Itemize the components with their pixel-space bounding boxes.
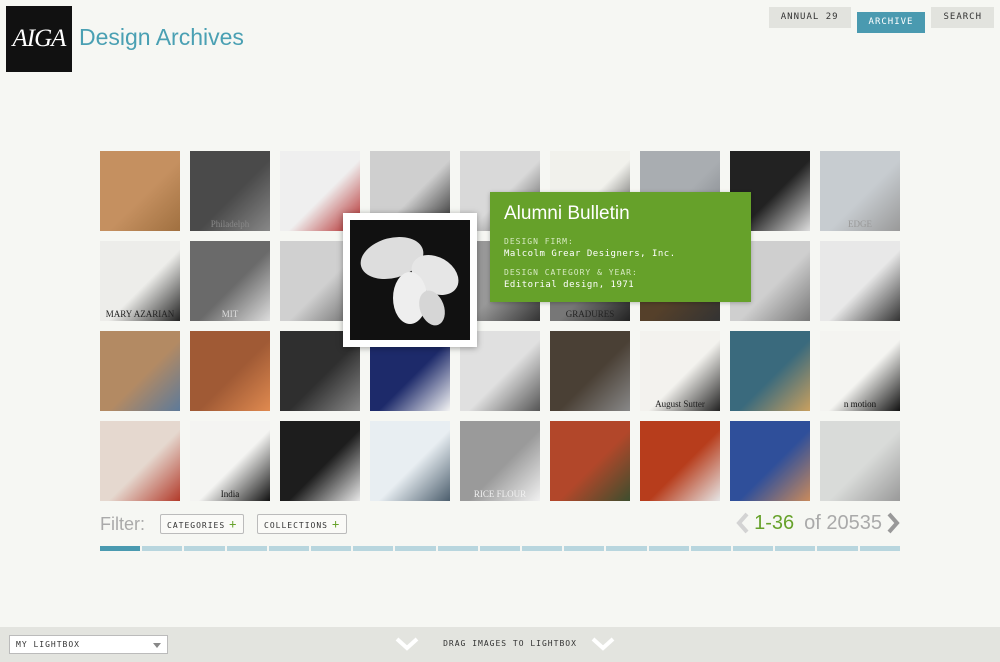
archive-thumbnail[interactable]: Philadelph: [190, 151, 270, 231]
page-progress-bar[interactable]: [100, 546, 900, 551]
item-title: Alumni Bulletin: [504, 203, 630, 224]
filter-label: Filter:: [100, 514, 145, 534]
archive-thumbnail[interactable]: [550, 421, 630, 501]
archive-thumbnail[interactable]: MIT: [190, 241, 270, 321]
thumbnail-caption: MARY AZARIAN: [105, 309, 175, 319]
page-segment[interactable]: [479, 546, 521, 551]
archive-thumbnail[interactable]: EDGE: [820, 151, 900, 231]
thumbnail-caption: GRADURES: [565, 309, 615, 319]
page-range: 1-36: [754, 511, 795, 534]
design-category-value: Editorial design, 1971: [504, 280, 635, 290]
archive-thumbnail[interactable]: [100, 421, 180, 501]
top-nav: ANNUAL 29 ARCHIVE SEARCH: [768, 7, 994, 33]
thumbnail-caption: MIT: [221, 309, 239, 319]
site-title[interactable]: Design Archives: [79, 24, 244, 51]
page-segment[interactable]: [733, 546, 774, 551]
collections-filter-button[interactable]: COLLECTIONS +: [257, 514, 348, 534]
lightbox-bar: MY LIGHTBOX DRAG IMAGES TO LIGHTBOX: [0, 627, 1000, 662]
archive-thumbnail[interactable]: [280, 421, 360, 501]
lightbox-select[interactable]: MY LIGHTBOX: [9, 635, 168, 654]
page-segment[interactable]: [268, 546, 310, 551]
page-segment[interactable]: [522, 546, 563, 551]
page-segment[interactable]: [353, 546, 394, 551]
categories-filter-label: CATEGORIES: [167, 521, 226, 530]
archive-thumbnail[interactable]: [730, 331, 810, 411]
page-segment[interactable]: [226, 546, 267, 551]
archive-thumbnail[interactable]: [100, 331, 180, 411]
thumbnail-caption: Philadelph: [210, 219, 250, 229]
page-segment[interactable]: [775, 546, 816, 551]
page-segment[interactable]: [564, 546, 605, 551]
design-category-label: DESIGN CATEGORY & YEAR:: [504, 268, 638, 277]
page-segment[interactable]: [648, 546, 689, 551]
chevron-down-icon: [153, 643, 161, 648]
archive-thumbnail[interactable]: RICE FLOUR: [460, 421, 540, 501]
design-firm-label: DESIGN FIRM:: [504, 237, 574, 246]
thumbnail-caption: RICE FLOUR: [473, 489, 527, 499]
chevron-down-icon: [591, 637, 615, 651]
plus-icon: +: [331, 517, 341, 531]
archive-thumbnail[interactable]: [730, 421, 810, 501]
pagination: 1-36 of 20535: [736, 510, 900, 536]
plus-icon: +: [229, 517, 238, 531]
archive-thumbnail[interactable]: India: [190, 421, 270, 501]
page-segment[interactable]: [184, 546, 225, 551]
previous-page-icon[interactable]: [736, 512, 750, 534]
thumbnail-caption: August Sutter: [655, 399, 705, 409]
thumbnail-caption: n motion: [843, 399, 877, 409]
archive-thumbnail[interactable]: [820, 241, 900, 321]
archive-thumbnail[interactable]: August Sutter: [640, 331, 720, 411]
archive-thumbnail[interactable]: [370, 421, 450, 501]
aiga-logo[interactable]: AIGA: [6, 6, 72, 72]
page-segment[interactable]: [437, 546, 478, 551]
lightbox-select-value: MY LIGHTBOX: [16, 640, 80, 649]
thumbnail-caption: EDGE: [848, 219, 872, 229]
archive-thumbnail[interactable]: MARY AZARIAN: [100, 241, 180, 321]
page-segment[interactable]: [311, 546, 352, 551]
hovered-thumbnail-image: [350, 220, 470, 340]
filter-bar: Filter: CATEGORIES + COLLECTIONS + 1-36 of…: [100, 510, 900, 536]
archive-thumbnail[interactable]: [190, 331, 270, 411]
page-segment[interactable]: [395, 546, 436, 551]
archive-thumbnail[interactable]: [820, 421, 900, 501]
item-info-popup: Alumni Bulletin DESIGN FIRM: Malcolm Gre…: [490, 192, 751, 302]
page-segment[interactable]: [817, 546, 858, 551]
collections-filter-label: COLLECTIONS: [264, 521, 328, 530]
page-segment[interactable]: [690, 546, 732, 551]
categories-filter-button[interactable]: CATEGORIES +: [160, 514, 245, 534]
page-segment[interactable]: [606, 546, 647, 551]
archive-thumbnail[interactable]: [550, 331, 630, 411]
archive-thumbnail[interactable]: [100, 151, 180, 231]
nav-search[interactable]: SEARCH: [931, 7, 994, 28]
page-segment[interactable]: [100, 546, 141, 551]
drag-to-lightbox-hint: DRAG IMAGES TO LIGHTBOX: [395, 637, 625, 653]
thumbnail-caption: India: [220, 489, 240, 499]
hovered-thumbnail[interactable]: [343, 213, 477, 347]
next-page-icon[interactable]: [886, 512, 900, 534]
nav-annual[interactable]: ANNUAL 29: [768, 7, 851, 28]
page-segment[interactable]: [859, 546, 900, 551]
archive-thumbnail[interactable]: [640, 421, 720, 501]
design-firm-value: Malcolm Grear Designers, Inc.: [504, 249, 676, 259]
total-count: of 20535: [804, 511, 882, 534]
archive-thumbnail[interactable]: n motion: [820, 331, 900, 411]
nav-archive[interactable]: ARCHIVE: [856, 12, 926, 33]
page-segment[interactable]: [142, 546, 183, 551]
